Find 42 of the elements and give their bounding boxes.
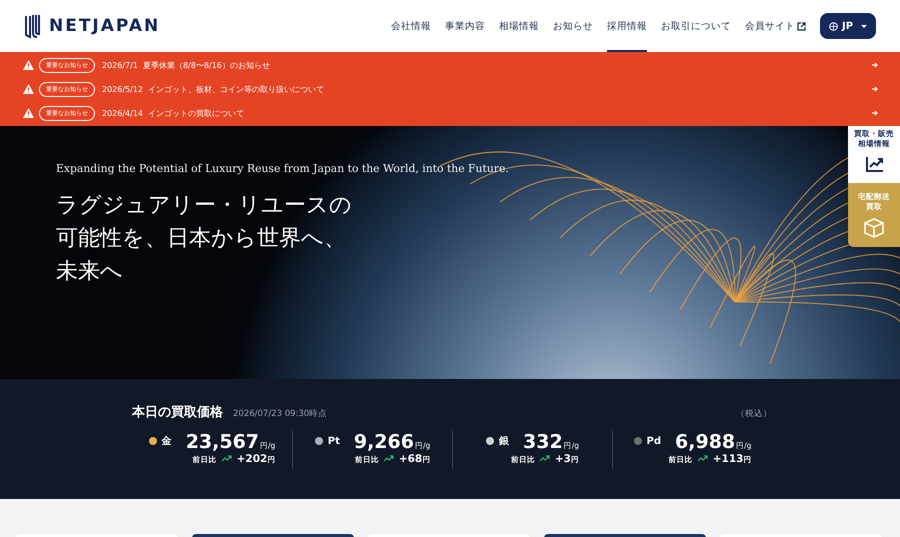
notice-date: 2026/4/14 — [102, 108, 144, 118]
metal-price: 6,988 — [675, 431, 736, 453]
nav-link[interactable]: 事業内容 — [445, 0, 485, 52]
metal-price: 23,567 — [186, 431, 260, 453]
nav-link[interactable]: お知らせ — [553, 0, 593, 52]
metal-name: 銀 — [499, 435, 510, 448]
trend-up-icon — [698, 455, 708, 462]
arrow-icon — [872, 86, 878, 92]
caret-icon — [861, 24, 867, 28]
language-button[interactable]: JP — [820, 13, 876, 39]
trend-up-icon — [540, 455, 550, 462]
metal-name: Pt — [328, 436, 340, 446]
arrow-icon — [872, 62, 878, 68]
box-icon — [864, 218, 884, 238]
metal-name: Pd — [646, 436, 662, 446]
logo-icon — [24, 13, 41, 39]
nav-link[interactable]: 会社情報 — [391, 0, 431, 52]
arrow-icon — [872, 110, 878, 116]
notice-date: 2026/7/1 — [102, 60, 138, 70]
hero-headline: ラグジュアリー・リユースの 可能性を、日本から世界へ、 未来へ — [56, 192, 352, 286]
notice-link[interactable]: インゴット、板材、コイン等の取り扱いについて — [148, 84, 324, 94]
metal-price: 332 — [523, 431, 563, 453]
notice-date: 2026/5/12 — [102, 84, 144, 94]
tax-note: （税込） — [736, 408, 772, 420]
timestamp: 2026/07/23 09:30時点 — [233, 408, 328, 420]
globe-icon — [829, 22, 838, 30]
metal-price: 9,266 — [354, 431, 414, 453]
trend-up-icon — [384, 455, 394, 462]
logo-text[interactable]: NETJAPAN — [49, 16, 160, 36]
hero-tagline: Expanding the Potential of Luxury Reuse from Japan to the World, into the Future. — [56, 162, 509, 175]
warning-icon — [23, 60, 34, 70]
metal-name: 金 — [162, 434, 172, 448]
warning-icon — [23, 84, 34, 94]
section-title: 本日の買取価格 — [132, 404, 223, 421]
nav-link[interactable]: 会員サイト — [745, 0, 806, 52]
notice-link[interactable]: インゴットの買取について — [148, 108, 244, 118]
nav-link[interactable]: 相場情報 — [499, 0, 539, 52]
notice-link[interactable]: 夏季休業（8/8〜8/16）のお知らせ — [142, 60, 270, 70]
nav-link[interactable]: お取引について — [661, 0, 731, 52]
warning-icon — [23, 108, 34, 118]
trend-up-icon — [222, 455, 232, 462]
chart-icon — [864, 155, 884, 173]
